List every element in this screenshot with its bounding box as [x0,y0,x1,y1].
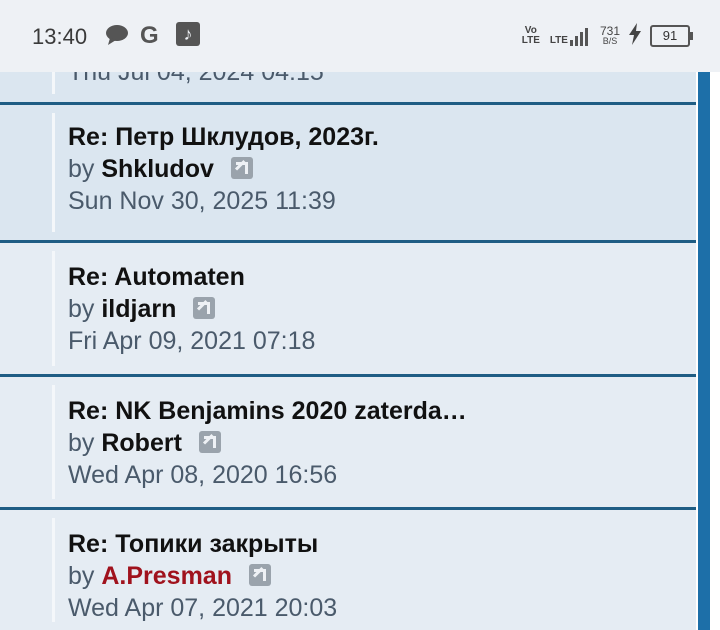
by-label: by [68,155,95,183]
list-item[interactable]: Re: Automaten by ildjarn Fri Apr 09, 202… [0,243,696,377]
author-link[interactable]: ildjarn [101,295,176,323]
row-indent-stripe [52,385,55,499]
list-item[interactable]: Re: NK Benjamins 2020 zaterda… by Robert… [0,377,696,510]
charging-icon [628,22,642,50]
status-bar: 13:40 G ♪ Vo LTE LTE 731 B/S 91 [0,0,720,72]
post-date: Fri Apr 09, 2021 07:18 [68,327,316,355]
post-date: Wed Apr 07, 2021 20:03 [68,594,338,622]
post-author-line: by ildjarn [68,295,216,324]
post-author-line: by A.Presman [68,562,271,591]
post-title-link[interactable]: Re: Петр Шклудов, 2023г. [68,123,379,152]
by-label: by [68,295,95,323]
post-title-link[interactable]: Re: Топики закрыты [68,530,318,559]
post-date: Sun Nov 30, 2025 11:39 [68,187,336,215]
music-app-icon: ♪ [176,22,200,46]
chat-bubble-icon [104,22,130,53]
battery-icon: 91 [650,25,693,47]
google-icon: G [140,22,159,49]
lte-signal-icon: LTE [550,26,592,46]
post-title-link[interactable]: Re: NK Benjamins 2020 zaterda… [68,397,467,426]
list-item[interactable]: Re: Топики закрыты by A.Presman Wed Apr … [0,510,696,630]
post-author-line: by Robert [68,429,221,458]
row-indent-stripe [52,518,55,622]
jump-to-post-icon[interactable] [193,297,216,319]
by-label: by [68,562,95,590]
author-link[interactable]: Robert [101,429,182,457]
search-results-list: Thu Jul 04, 2024 04:15 Re: Петр Шклудов,… [0,0,696,630]
clock: 13:40 [32,24,88,49]
status-icons: Vo LTE LTE 731 B/S 91 [520,22,693,50]
jump-to-post-icon[interactable] [248,564,271,586]
row-indent-stripe [52,251,55,366]
post-date: Wed Apr 08, 2020 16:56 [68,461,338,489]
post-author-line: by Shkludov [68,155,253,184]
jump-to-post-icon[interactable] [230,157,253,179]
row-indent-stripe [52,113,55,232]
list-item[interactable]: Re: Петр Шклудов, 2023г. by Shkludov Sun… [0,105,696,243]
author-link[interactable]: Shkludov [101,155,214,183]
jump-to-post-icon[interactable] [198,431,221,453]
post-title-link[interactable]: Re: Automaten [68,263,245,292]
network-speed: 731 B/S [599,24,620,46]
by-label: by [68,429,95,457]
author-link[interactable]: A.Presman [101,562,232,590]
scrollbar[interactable] [698,72,710,630]
volte-indicator: Vo LTE [521,25,540,46]
